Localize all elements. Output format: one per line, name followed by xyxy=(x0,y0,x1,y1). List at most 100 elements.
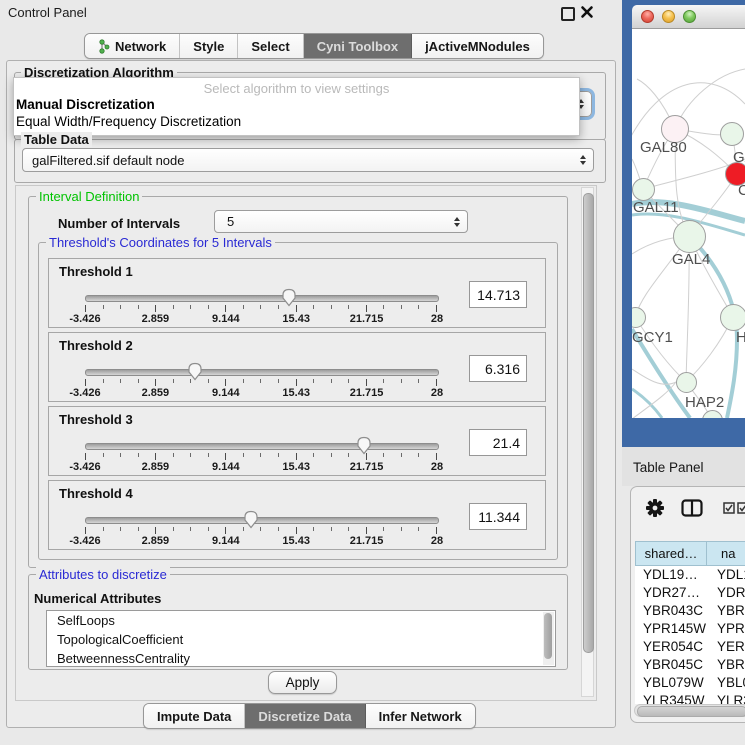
slider-ticks xyxy=(85,305,437,312)
combo-arrows-icon xyxy=(454,217,460,227)
gear-icon[interactable] xyxy=(645,498,665,518)
table-row[interactable]: YBR045CYBR0 xyxy=(639,656,745,674)
table-panel-title: Table Panel xyxy=(633,460,704,475)
threshold-4-slider[interactable] xyxy=(85,517,439,524)
table-row[interactable]: YER054CYER0 xyxy=(639,638,745,656)
close-icon[interactable] xyxy=(580,5,594,19)
threshold-3-box: Threshold 3 -3.426 2.859 9.144 15.43 21.… xyxy=(48,406,546,476)
column-header-shared-name[interactable]: shared… xyxy=(635,541,707,566)
tab-infer-network[interactable]: Infer Network xyxy=(366,704,475,728)
threshold-4-value-field[interactable]: 11.344 xyxy=(469,503,527,530)
node-hap2[interactable] xyxy=(676,372,697,393)
threshold-1-label: Threshold 1 xyxy=(59,264,133,279)
threshold-4-label: Threshold 4 xyxy=(59,486,133,501)
table-row[interactable]: YBR043CYBR0 xyxy=(639,602,745,620)
tab-discretize-data[interactable]: Discretize Data xyxy=(245,704,365,728)
tab-label: Select xyxy=(251,39,289,54)
split-columns-icon[interactable] xyxy=(681,499,703,517)
slider-tick-labels: -3.426 2.859 9.144 15.43 21.715 28 xyxy=(85,461,437,473)
slider-tick-labels: -3.426 2.859 9.144 15.43 21.715 28 xyxy=(85,387,437,399)
tab-select[interactable]: Select xyxy=(238,34,303,58)
list-scrollbar-thumb[interactable] xyxy=(544,613,552,659)
threshold-1-value-field[interactable]: 14.713 xyxy=(469,281,527,308)
node-label-h: H xyxy=(736,329,745,346)
popup-option-manual-discretization[interactable]: Manual Discretization xyxy=(14,96,579,113)
table-row[interactable]: YDR27…YDR2 xyxy=(639,584,745,602)
popup-hint-text: Select algorithm to view settings xyxy=(14,81,579,96)
network-canvas[interactable]: GAL80 GA C GAL11 GAL4 GCY1 H HAP2 xyxy=(632,29,745,418)
screen: Control Panel Network Style Select Cyni … xyxy=(0,0,745,745)
threshold-1-slider[interactable] xyxy=(85,295,439,302)
threshold-3-slider[interactable] xyxy=(85,443,439,450)
list-scrollbar[interactable] xyxy=(543,612,554,665)
vertical-scrollbar[interactable] xyxy=(581,187,594,697)
tab-jactivemnodules[interactable]: jActiveMNodules xyxy=(412,34,543,58)
horizontal-scrollbar[interactable] xyxy=(634,704,745,717)
threshold-2-slider[interactable] xyxy=(85,369,439,376)
node-label-gal80: GAL80 xyxy=(640,139,687,156)
list-item-betweennesscentrality[interactable]: BetweennessCentrality xyxy=(47,649,555,667)
column-header-name[interactable]: na xyxy=(706,541,745,566)
table-row[interactable]: YBL079WYBL0 xyxy=(639,674,745,692)
panel-title: Control Panel xyxy=(8,5,87,20)
threshold-2-box: Threshold 2 -3.426 2.859 9.144 15.43 21.… xyxy=(48,332,546,402)
tab-style[interactable]: Style xyxy=(180,34,238,58)
table-data-title: Table Data xyxy=(21,132,92,147)
interval-definition-title: Interval Definition xyxy=(36,189,142,204)
node-gal11[interactable] xyxy=(632,178,655,201)
node-h[interactable] xyxy=(720,304,745,331)
threshold-2-value-field[interactable]: 6.316 xyxy=(469,355,527,382)
algorithm-dropdown-popup: Select algorithm to view settings Manual… xyxy=(13,77,580,136)
tab-label: Impute Data xyxy=(157,709,231,724)
tab-label: Network xyxy=(115,39,166,54)
apply-button[interactable]: Apply xyxy=(268,671,337,694)
number-of-intervals-label: Number of Intervals xyxy=(58,216,180,231)
checkbox-icon[interactable] xyxy=(723,502,735,514)
node-ga[interactable] xyxy=(720,122,744,146)
node-label-gcy1: GCY1 xyxy=(632,329,673,346)
tab-label: jActiveMNodules xyxy=(425,39,530,54)
tab-impute-data[interactable]: Impute Data xyxy=(144,704,245,728)
table-data-value: galFiltered.sif default node xyxy=(32,153,184,168)
network-window: GAL80 GA C GAL11 GAL4 GCY1 H HAP2 xyxy=(632,5,745,418)
vertical-scrollbar-thumb[interactable] xyxy=(583,193,594,653)
table-rows-area: YDL19…YDL1 YDR27…YDR2 YBR043CYBR0 YPR145… xyxy=(635,566,745,704)
table-row[interactable]: YDL19…YDL1 xyxy=(639,566,745,584)
number-of-intervals-combobox[interactable]: 5 xyxy=(214,210,468,233)
threshold-4-box: Threshold 4 -3.426 2.859 9.144 15.43 21.… xyxy=(48,480,546,550)
threshold-2-label: Threshold 2 xyxy=(59,338,133,353)
checkbox-icon[interactable] xyxy=(737,502,745,514)
list-item-topologicalcoefficient[interactable]: TopologicalCoefficient xyxy=(47,630,555,649)
numerical-attributes-list: SelfLoops TopologicalCoefficient Between… xyxy=(46,610,556,667)
table-panel-container: shared… na YDL19…YDL1 YDR27…YDR2 YBR043C… xyxy=(630,486,745,723)
node-gal4[interactable] xyxy=(673,220,706,253)
tab-label: Style xyxy=(193,39,224,54)
slider-ticks xyxy=(85,527,437,534)
thresholds-group-title: Threshold's Coordinates for 5 Intervals xyxy=(46,235,275,250)
list-item-selfloops[interactable]: SelfLoops xyxy=(47,611,555,630)
node-label-c: C xyxy=(738,182,745,199)
threshold-1-box: Threshold 1 -3.426 2.859 9.144 15.43 21.… xyxy=(48,258,546,328)
node-label-gal4: GAL4 xyxy=(672,251,710,268)
horizontal-scrollbar-thumb[interactable] xyxy=(637,706,745,717)
minimize-traffic-light-icon[interactable] xyxy=(662,10,675,23)
table-row[interactable]: YLR345WYLR3 xyxy=(639,692,745,704)
float-window-icon[interactable] xyxy=(561,7,575,21)
popup-option-equal-width-frequency[interactable]: Equal Width/Frequency Discretization xyxy=(14,113,579,130)
slider-ticks xyxy=(85,379,437,386)
network-window-titlebar[interactable] xyxy=(632,5,745,29)
slider-ticks xyxy=(85,453,437,460)
tab-network[interactable]: Network xyxy=(85,34,180,58)
tab-label: Infer Network xyxy=(379,709,462,724)
number-of-intervals-value: 5 xyxy=(224,214,234,229)
threshold-3-value-field[interactable]: 21.4 xyxy=(469,429,527,456)
table-row[interactable]: YPR145WYPR1 xyxy=(639,620,745,638)
slider-tick-labels: -3.426 2.859 9.144 15.43 21.715 28 xyxy=(85,313,437,325)
node-label-ga: GA xyxy=(733,149,745,166)
close-traffic-light-icon[interactable] xyxy=(641,10,654,23)
zoom-traffic-light-icon[interactable] xyxy=(683,10,696,23)
table-data-combobox[interactable]: galFiltered.sif default node xyxy=(22,148,594,172)
bottom-tab-bar: Impute Data Discretize Data Infer Networ… xyxy=(143,703,476,729)
table-panel-band: Table Panel xyxy=(622,447,745,486)
tab-cyni-toolbox[interactable]: Cyni Toolbox xyxy=(304,34,412,58)
